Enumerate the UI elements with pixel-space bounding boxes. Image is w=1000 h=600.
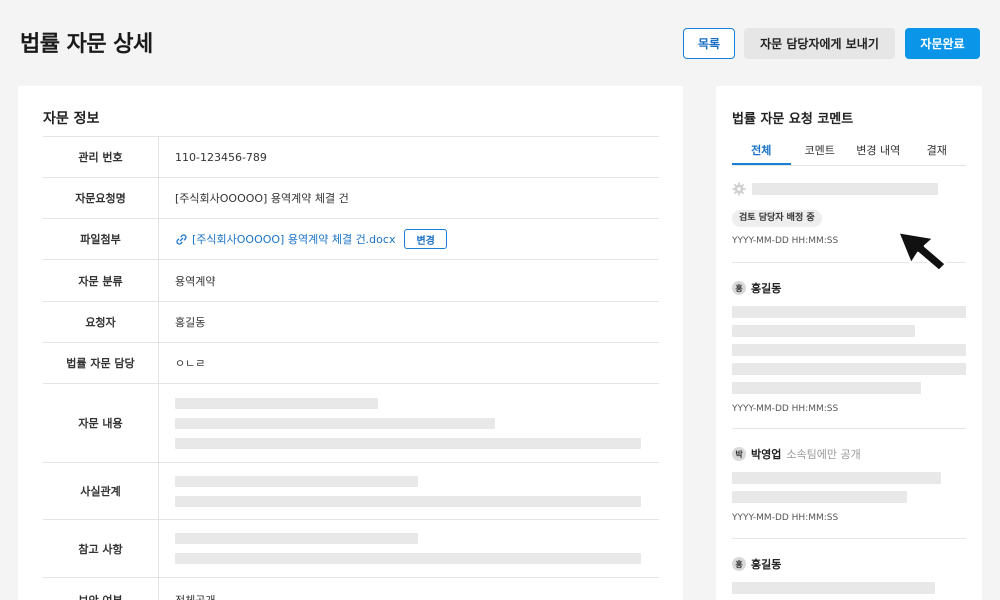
tab-comments[interactable]: 코멘트 bbox=[791, 142, 850, 165]
comment-author: 박 박영업 소속팀에만 공개 bbox=[732, 446, 966, 462]
table-row: 사실관계 bbox=[43, 463, 659, 520]
consultation-info-panel: 자문 정보 관리 번호 110-123456-789 자문요청명 [주식회사OO… bbox=[18, 86, 683, 600]
mouse-cursor-icon bbox=[896, 230, 948, 273]
page-header: 법률 자문 상세 목록 자문 담당자에게 보내기 자문완료 bbox=[0, 0, 1000, 86]
table-row: 보안 여부 전체공개 bbox=[43, 578, 659, 600]
avatar: 홍 bbox=[732, 281, 746, 295]
divider bbox=[732, 538, 966, 539]
comment-item: 홍 홍길동 bbox=[732, 556, 966, 594]
comment-author: 홍 홍길동 bbox=[732, 556, 966, 572]
page-title: 법률 자문 상세 bbox=[20, 32, 153, 57]
content-placeholder bbox=[159, 384, 659, 462]
comments-panel: 법률 자문 요청 코멘트 전체 코멘트 변경 내역 결재 검토 담당자 배정 중… bbox=[716, 86, 982, 600]
request-name-value: [주식회사OOOOO] 용역계약 체결 건 bbox=[175, 192, 349, 205]
table-row: 자문 분류 용역계약 bbox=[43, 260, 659, 302]
notes-placeholder bbox=[159, 520, 659, 577]
table-row: 요청자 홍길동 bbox=[43, 302, 659, 343]
comment-author: 홍 홍길동 bbox=[732, 280, 966, 296]
skeleton-line bbox=[732, 344, 966, 356]
visibility-label: 소속팀에만 공개 bbox=[786, 448, 861, 461]
author-name: 홍길동 bbox=[751, 558, 782, 571]
skeleton-line bbox=[732, 382, 921, 394]
skeleton-line bbox=[175, 417, 495, 429]
skeleton-line bbox=[175, 475, 418, 487]
tab-approval[interactable]: 결재 bbox=[908, 142, 967, 165]
mgmt-no-value: 110-123456-789 bbox=[175, 150, 267, 164]
author-name: 홍길동 bbox=[751, 282, 782, 295]
comment-body-placeholder bbox=[732, 582, 966, 594]
avatar: 홍 bbox=[732, 557, 746, 571]
attachment-filename: [주식회사OOOOO] 용역계약 체결 건.docx bbox=[192, 233, 396, 246]
row-label: 자문요청명 bbox=[43, 178, 159, 218]
section-title: 자문 정보 bbox=[43, 111, 100, 127]
skeleton-line bbox=[175, 495, 641, 507]
security-value: 전체공개 bbox=[175, 593, 216, 600]
skeleton-line bbox=[732, 582, 935, 594]
comment-tabs: 전체 코멘트 변경 내역 결재 bbox=[732, 142, 966, 166]
change-file-button[interactable]: 변경 bbox=[404, 229, 447, 249]
skeleton-line bbox=[732, 306, 966, 318]
avatar: 박 bbox=[732, 447, 746, 461]
row-label: 자문 분류 bbox=[43, 260, 159, 301]
skeleton-line bbox=[175, 397, 378, 409]
skeleton-line bbox=[175, 533, 418, 544]
send-to-assignee-button[interactable]: 자문 담당자에게 보내기 bbox=[744, 28, 895, 59]
status-badge: 검토 담당자 배정 중 bbox=[732, 210, 822, 227]
complete-consultation-button[interactable]: 자문완료 bbox=[905, 28, 980, 59]
tab-change-history[interactable]: 변경 내역 bbox=[849, 142, 908, 165]
row-label: 파일첨부 bbox=[43, 219, 159, 259]
row-label: 자문 내용 bbox=[43, 384, 159, 462]
table-row: 참고 사항 bbox=[43, 520, 659, 578]
row-label: 사실관계 bbox=[43, 463, 159, 519]
comment-item: 홍 홍길동 YYYY-MM-DD HH:MM:SS bbox=[732, 280, 966, 414]
skeleton-line bbox=[732, 491, 907, 503]
row-label: 보안 여부 bbox=[43, 578, 159, 600]
author-name: 박영업 bbox=[751, 448, 782, 461]
row-label: 법률 자문 담당 bbox=[43, 343, 159, 383]
skeleton-line bbox=[752, 183, 938, 195]
skeleton-line bbox=[732, 363, 966, 375]
skeleton-line bbox=[175, 553, 641, 564]
row-label: 참고 사항 bbox=[43, 520, 159, 577]
comment-body-placeholder bbox=[732, 306, 966, 394]
skeleton-line bbox=[175, 437, 641, 449]
comment-body-placeholder bbox=[732, 472, 966, 503]
row-label: 요청자 bbox=[43, 302, 159, 342]
skeleton-line bbox=[732, 472, 941, 484]
skeleton-line bbox=[732, 325, 915, 337]
comment-item: 박 박영업 소속팀에만 공개 YYYY-MM-DD HH:MM:SS bbox=[732, 446, 966, 523]
system-entry-header bbox=[732, 182, 966, 196]
attachment-link[interactable]: [주식회사OOOOO] 용역계약 체결 건.docx bbox=[175, 231, 395, 247]
tab-all[interactable]: 전체 bbox=[732, 142, 791, 165]
table-row: 파일첨부 [주식회사OOOOO] 용역계약 체결 건.docx 변경 bbox=[43, 219, 659, 260]
table-row: 자문 내용 bbox=[43, 384, 659, 463]
table-row: 관리 번호 110-123456-789 bbox=[43, 137, 659, 178]
facts-placeholder bbox=[159, 463, 659, 519]
attachment-value: [주식회사OOOOO] 용역계약 체결 건.docx 변경 bbox=[159, 219, 659, 259]
requester-value: 홍길동 bbox=[175, 316, 206, 329]
table-row: 자문요청명 [주식회사OOOOO] 용역계약 체결 건 bbox=[43, 178, 659, 219]
table-row: 법률 자문 담당 ㅇㄴㄹ bbox=[43, 343, 659, 384]
gear-icon bbox=[732, 182, 746, 196]
info-table: 관리 번호 110-123456-789 자문요청명 [주식회사OOOOO] 용… bbox=[43, 136, 659, 600]
timestamp: YYYY-MM-DD HH:MM:SS bbox=[732, 404, 839, 414]
category-value: 용역계약 bbox=[175, 274, 216, 288]
timestamp: YYYY-MM-DD HH:MM:SS bbox=[732, 513, 839, 523]
comments-panel-title: 법률 자문 요청 코멘트 bbox=[732, 112, 854, 127]
link-icon bbox=[176, 233, 187, 245]
assignee-value: ㅇㄴㄹ bbox=[175, 357, 206, 370]
list-button[interactable]: 목록 bbox=[683, 28, 735, 59]
divider bbox=[732, 428, 966, 429]
row-label: 관리 번호 bbox=[43, 137, 159, 177]
